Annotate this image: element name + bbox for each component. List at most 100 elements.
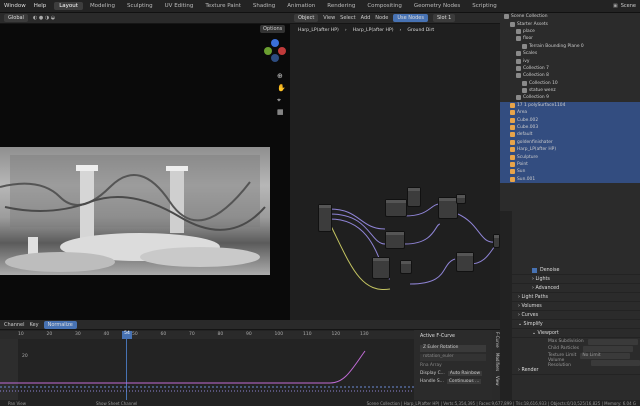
tab-modifiers[interactable]: Modifiers (495, 353, 500, 371)
node-menu-add[interactable]: Add (361, 15, 371, 21)
curves-section[interactable]: › Curves (512, 311, 640, 320)
fcurve-plot[interactable] (0, 339, 414, 401)
normalize-toggle[interactable]: Normalize (43, 320, 77, 329)
outliner-row[interactable]: place (500, 28, 640, 35)
navigation-gizmo[interactable] (264, 39, 286, 62)
node-menu-node[interactable]: Node (375, 15, 388, 21)
collection-icon (510, 21, 515, 27)
outliner-row[interactable]: goldenfinishater (500, 138, 640, 147)
node-material-output[interactable] (493, 234, 500, 248)
current-frame-indicator[interactable]: 54 (122, 331, 132, 339)
outliner-row[interactable]: Starter Assets (500, 20, 640, 27)
graph-menu-channel[interactable]: Channel (4, 322, 25, 328)
tab-geometry-nodes[interactable]: Geometry Nodes (409, 2, 465, 10)
slot-dropdown[interactable]: Slot 1 (432, 14, 456, 22)
tab-view[interactable]: View (495, 376, 500, 386)
channel-name-field[interactable]: Z Euler Rotation (420, 345, 486, 352)
outliner-row[interactable]: floor (500, 35, 640, 42)
outliner-row[interactable]: Cube.002 (500, 116, 640, 124)
outliner-row[interactable]: Scales (500, 50, 640, 57)
outliner-row[interactable]: Collection 9 (500, 94, 640, 101)
tab-animation[interactable]: Animation (282, 2, 320, 10)
frame-tick-label: 130 (360, 332, 369, 337)
shading-icons[interactable]: ◐ ● ◑ ◒ (33, 15, 55, 21)
node-displacement[interactable] (456, 252, 474, 272)
advanced-section[interactable]: › Advanced (512, 284, 640, 293)
orientation-dropdown[interactable]: Global (4, 14, 28, 22)
light-paths-section[interactable]: › Light Paths (512, 293, 640, 302)
node-texcoord[interactable] (318, 204, 332, 232)
object-icon (510, 102, 515, 108)
handle-smoothing-row: Handle S... Continuous ... (420, 379, 486, 384)
volumes-section[interactable]: › Volumes (512, 302, 640, 311)
outliner-row[interactable]: Point (500, 160, 640, 169)
outliner-row-label: Sculpture (517, 154, 538, 160)
display-color-dropdown[interactable]: Auto Rainbow (447, 371, 483, 376)
outliner-row[interactable]: Collection 8 (500, 72, 640, 79)
texture-limit-value[interactable]: No Limit (580, 352, 631, 359)
fcurve-sidebar[interactable]: Active F-Curve Z Euler Rotation rotation… (414, 330, 492, 400)
node-principled-bsdf[interactable] (438, 197, 458, 219)
tab-fcurve[interactable]: F-Curve (495, 332, 500, 348)
outliner-row[interactable]: statue wenz (500, 87, 640, 94)
viewport-nav-icons[interactable]: ⊕ ✋ ⌖ ▦ (277, 70, 286, 118)
volume-resolution-field[interactable]: Volume Resolution (548, 358, 640, 368)
tab-uv-editing[interactable]: UV Editing (160, 2, 199, 10)
outliner[interactable]: Scene Collection Starter Assets place floor… (500, 13, 640, 211)
outliner-row[interactable]: Scene Collection (500, 13, 640, 20)
outliner-row[interactable]: default (500, 131, 640, 139)
frame-ruler[interactable]: 10 20 30 40 50 60 70 80 90 100 110 120 130 (0, 331, 414, 339)
rna-path-field[interactable]: rotation_euler (420, 354, 486, 361)
node-image-texture[interactable] (385, 199, 407, 217)
max-subdivision-value[interactable] (587, 338, 638, 345)
volume-resolution-value[interactable] (591, 359, 640, 366)
menu-window[interactable]: Window (0, 3, 30, 9)
node-bump[interactable] (400, 260, 412, 274)
child-particles-value[interactable] (582, 345, 633, 352)
max-subdivision-field[interactable]: Max Subdivision (548, 338, 640, 345)
outliner-row[interactable]: Collection 10 (500, 80, 640, 87)
outliner-row[interactable]: Collection 7 (500, 65, 640, 72)
node-menu-view[interactable]: View (323, 15, 335, 21)
tab-compositing[interactable]: Compositing (362, 2, 406, 10)
tab-rendering[interactable]: Rendering (322, 2, 360, 10)
outliner-row[interactable]: Sun.001 (500, 175, 640, 183)
tab-shading[interactable]: Shading (248, 2, 280, 10)
lights-section[interactable]: › Lights (512, 275, 640, 284)
properties-panel[interactable]: Denoise › Lights › Advanced › Light Path… (500, 211, 640, 406)
tab-modeling[interactable]: Modeling (85, 2, 120, 10)
denoise-row[interactable]: Denoise (512, 266, 640, 275)
tab-scripting[interactable]: Scripting (467, 2, 501, 10)
options-button[interactable]: Options (260, 25, 286, 33)
checkbox-icon[interactable] (532, 267, 537, 273)
tab-layout[interactable]: Layout (54, 2, 83, 10)
status-channel: Show Sheet Channel (95, 400, 138, 406)
node-color-ramp[interactable] (407, 187, 421, 207)
handle-smoothing-dropdown[interactable]: Continuous ... (446, 379, 482, 384)
outliner-row[interactable]: Harp_LP(after HP) (500, 146, 640, 154)
node-menu-select[interactable]: Select (340, 15, 355, 21)
outliner-row[interactable]: 17 1 polySurface1104 (500, 101, 640, 110)
object-type-dropdown[interactable]: Object (294, 14, 319, 22)
node-output[interactable] (456, 194, 466, 204)
outliner-row[interactable]: Area (500, 109, 640, 117)
outliner-row[interactable]: ivy (500, 57, 640, 64)
viewport-subsection[interactable]: ⌄ Viewport (512, 329, 640, 338)
graph-menu-key[interactable]: Key (30, 322, 39, 328)
simplify-section[interactable]: ⌄ Simplify (512, 320, 640, 329)
child-particles-field[interactable]: Child Particles (548, 345, 640, 352)
outliner-row[interactable]: Sculpture (500, 153, 640, 161)
node-mix[interactable] (385, 231, 405, 249)
use-nodes-toggle[interactable]: Use Nodes (393, 14, 428, 22)
scene-selector[interactable]: ▣ Scene (613, 3, 640, 9)
status-bar: Pan View Show Sheet Channel Scene Collec… (0, 400, 640, 406)
node-editor[interactable]: Harp_LP(after HP) › Harp_LP(after HP) › … (290, 24, 500, 330)
menu-help[interactable]: Help (30, 3, 51, 9)
outliner-row[interactable]: Terrain Bounding Plane 0 (500, 43, 640, 50)
node-noise[interactable] (372, 257, 390, 279)
tab-texture-paint[interactable]: Texture Paint (200, 2, 246, 10)
3d-viewport[interactable]: Options ⊕ ✋ ⌖ ▦ (0, 24, 290, 320)
tab-sculpting[interactable]: Sculpting (122, 2, 158, 10)
outliner-row[interactable]: Cube.003 (500, 123, 640, 132)
outliner-row[interactable]: Sun (500, 168, 640, 176)
